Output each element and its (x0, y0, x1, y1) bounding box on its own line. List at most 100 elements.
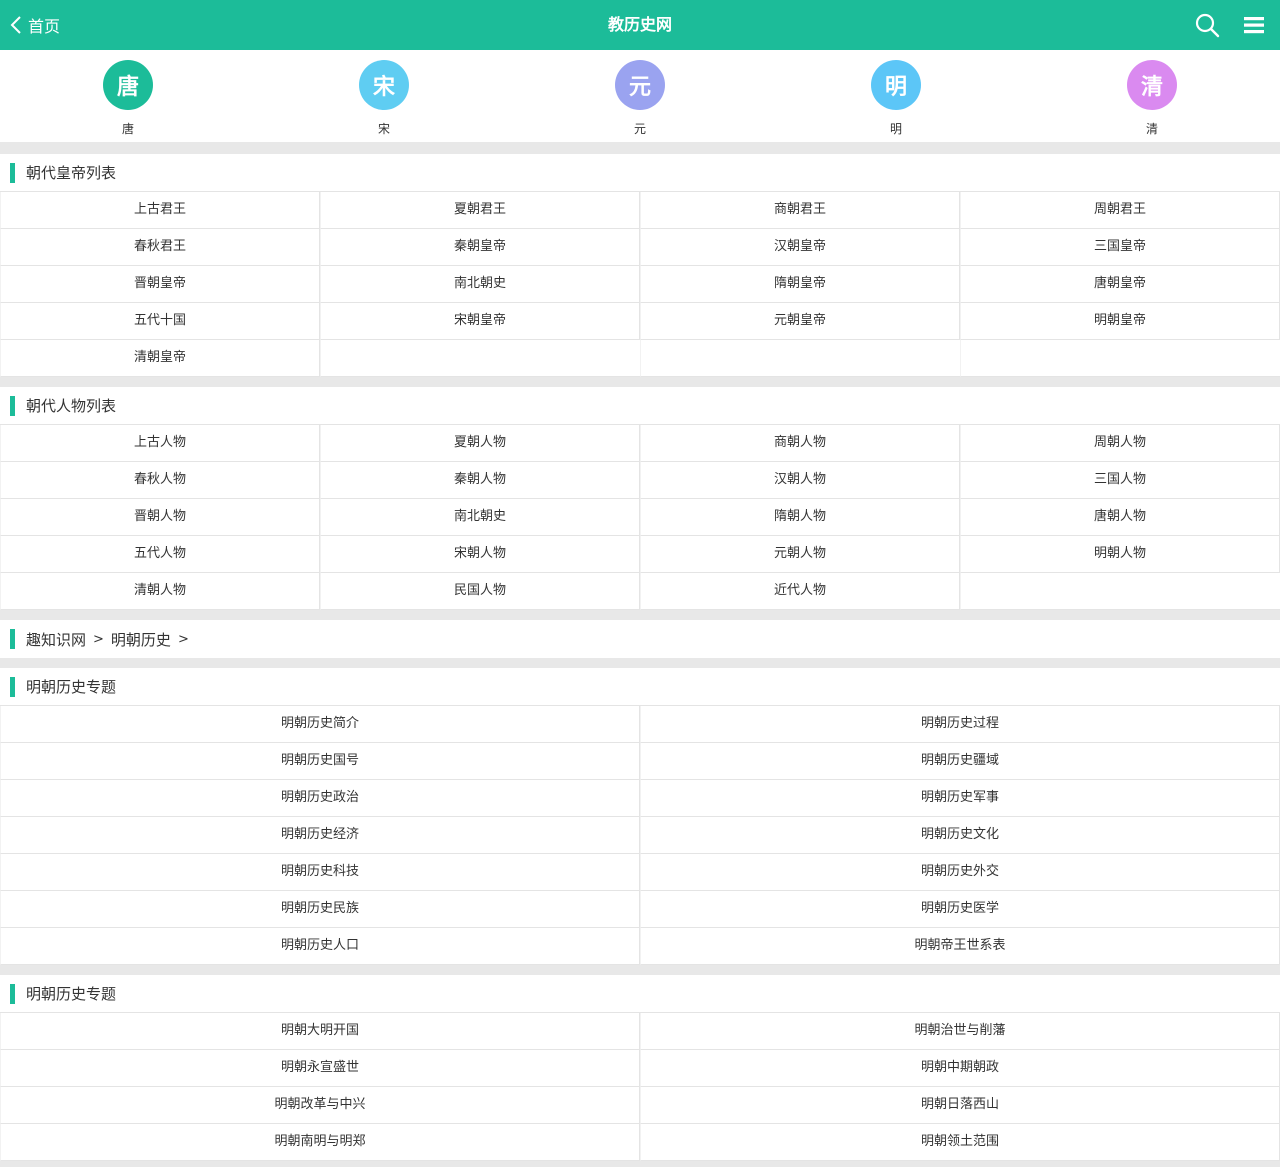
grid-link[interactable]: 晋朝皇帝 (0, 266, 320, 303)
grid-link[interactable]: 秦朝皇帝 (320, 229, 640, 266)
grid-link[interactable]: 明朝领土范围 (640, 1124, 1280, 1161)
section-marker (10, 676, 15, 697)
dynasty-link[interactable]: 明明 (768, 50, 1024, 142)
dynasty-badge: 宋 (359, 60, 409, 110)
grid-link[interactable]: 隋朝皇帝 (640, 266, 960, 303)
grid-link[interactable]: 明朝历史民族 (0, 891, 640, 928)
grid-link[interactable]: 明朝治世与削藩 (640, 1013, 1280, 1050)
grid-link[interactable]: 明朝大明开国 (0, 1013, 640, 1050)
topics-section-1: 明朝历史专题 明朝历史简介 明朝历史过程 明朝历史国号 明朝历史疆域 明朝历史政治 明朝历… (0, 668, 1280, 965)
grid-link[interactable]: 南北朝史 (320, 266, 640, 303)
grid-link[interactable]: 唐朝人物 (960, 499, 1280, 536)
grid-link[interactable]: 上古人物 (0, 425, 320, 462)
breadcrumb-separator: > (93, 631, 104, 647)
grid-link[interactable]: 明朝人物 (960, 536, 1280, 573)
menu-icon[interactable] (1242, 14, 1266, 36)
search-icon[interactable] (1194, 12, 1220, 38)
breadcrumb: 趣知识网 > 明朝历史 > (0, 620, 1280, 658)
grid-link[interactable]: 明朝历史外交 (640, 854, 1280, 891)
grid-link[interactable]: 商朝君王 (640, 192, 960, 229)
section-header: 朝代皇帝列表 (0, 154, 1280, 192)
grid-link[interactable]: 宋朝皇帝 (320, 303, 640, 340)
section-title: 朝代皇帝列表 (26, 164, 117, 182)
figure-grid: 上古人物 夏朝人物 商朝人物 周朝人物春秋人物 秦朝人物 汉朝人物 三国人物晋朝人物 南北朝史… (0, 425, 1280, 610)
grid-link[interactable]: 明朝帝王世系表 (640, 928, 1280, 965)
grid-link[interactable]: 明朝历史文化 (640, 817, 1280, 854)
grid-link[interactable]: 周朝人物 (960, 425, 1280, 462)
section-header: 明朝历史专题 (0, 668, 1280, 706)
dynasty-label: 宋 (377, 122, 390, 136)
dynasty-badge: 明 (871, 60, 921, 110)
back-button[interactable]: 首页 (8, 0, 60, 50)
dynasty-label: 唐 (121, 122, 134, 136)
grid-empty-cell (640, 340, 960, 377)
grid-link[interactable]: 春秋人物 (0, 462, 320, 499)
grid-link[interactable]: 明朝中期朝政 (640, 1050, 1280, 1087)
grid-link[interactable]: 商朝人物 (640, 425, 960, 462)
section-marker (10, 162, 15, 183)
grid-link[interactable]: 夏朝人物 (320, 425, 640, 462)
grid-link[interactable]: 明朝历史人口 (0, 928, 640, 965)
dynasty-link[interactable]: 唐唐 (0, 50, 256, 142)
breadcrumb-root[interactable]: 趣知识网 (26, 629, 86, 650)
dynasty-link[interactable]: 宋宋 (256, 50, 512, 142)
grid-link[interactable]: 宋朝人物 (320, 536, 640, 573)
grid-link[interactable]: 明朝历史政治 (0, 780, 640, 817)
grid-link[interactable]: 隋朝人物 (640, 499, 960, 536)
grid-link[interactable]: 明朝历史疆域 (640, 743, 1280, 780)
section-marker (10, 629, 15, 649)
grid-link[interactable]: 清朝皇帝 (0, 340, 320, 377)
dynasty-link[interactable]: 元元 (512, 50, 768, 142)
dynasty-badge: 元 (615, 60, 665, 110)
dynasty-link[interactable]: 清清 (1024, 50, 1280, 142)
grid-link[interactable]: 三国皇帝 (960, 229, 1280, 266)
grid-link[interactable]: 明朝历史经济 (0, 817, 640, 854)
grid-link[interactable]: 民国人物 (320, 573, 640, 610)
grid-link[interactable]: 明朝永宣盛世 (0, 1050, 640, 1087)
grid-link[interactable]: 明朝改革与中兴 (0, 1087, 640, 1124)
dynasty-badge: 唐 (103, 60, 153, 110)
grid-empty-cell (960, 573, 1280, 610)
section-title: 明朝历史专题 (26, 985, 117, 1003)
dynasty-label: 清 (1145, 122, 1158, 136)
grid-link[interactable]: 近代人物 (640, 573, 960, 610)
grid-link[interactable]: 明朝历史国号 (0, 743, 640, 780)
grid-link[interactable]: 上古君王 (0, 192, 320, 229)
dynasty-label: 明 (889, 122, 902, 136)
grid-link[interactable]: 汉朝人物 (640, 462, 960, 499)
top-bar: 首页 教历史网 (0, 0, 1280, 50)
grid-link[interactable]: 明朝历史科技 (0, 854, 640, 891)
chevron-left-icon (10, 16, 21, 34)
site-title: 教历史网 (607, 15, 672, 34)
grid-link[interactable]: 清朝人物 (0, 573, 320, 610)
grid-link[interactable]: 春秋君王 (0, 229, 320, 266)
section-header: 朝代人物列表 (0, 387, 1280, 425)
grid-link[interactable]: 五代人物 (0, 536, 320, 573)
grid-link[interactable]: 明朝日落西山 (640, 1087, 1280, 1124)
grid-link[interactable]: 汉朝皇帝 (640, 229, 960, 266)
grid-link[interactable]: 唐朝皇帝 (960, 266, 1280, 303)
back-label: 首页 (28, 17, 61, 36)
topics-section-2: 明朝历史专题 明朝大明开国 明朝治世与削藩 明朝永宣盛世 明朝中期朝政 明朝改革与中兴明… (0, 975, 1280, 1161)
topic-grid: 明朝大明开国 明朝治世与削藩 明朝永宣盛世 明朝中期朝政 明朝改革与中兴 明朝日落西山 明朝… (0, 1013, 1280, 1161)
grid-link[interactable]: 明朝历史医学 (640, 891, 1280, 928)
breadcrumb-current[interactable]: 明朝历史 (111, 629, 171, 650)
grid-link[interactable]: 明朝历史过程 (640, 706, 1280, 743)
grid-link[interactable]: 元朝皇帝 (640, 303, 960, 340)
emperor-list-section: 朝代皇帝列表 上古君王 夏朝君王 商朝君王 周朝君王春秋君王 秦朝皇帝 汉朝皇帝 三国皇帝晋… (0, 154, 1280, 377)
grid-link[interactable]: 元朝人物 (640, 536, 960, 573)
section-marker (10, 983, 15, 1004)
grid-link[interactable]: 秦朝人物 (320, 462, 640, 499)
grid-link[interactable]: 明朝南明与明郑 (0, 1124, 640, 1161)
grid-link[interactable]: 明朝皇帝 (960, 303, 1280, 340)
grid-link[interactable]: 夏朝君王 (320, 192, 640, 229)
grid-empty-cell (960, 340, 1280, 377)
grid-link[interactable]: 明朝历史简介 (0, 706, 640, 743)
figure-list-section: 朝代人物列表 上古人物 夏朝人物 商朝人物 周朝人物春秋人物 秦朝人物 汉朝人物 三国人物晋… (0, 387, 1280, 610)
grid-link[interactable]: 五代十国 (0, 303, 320, 340)
grid-link[interactable]: 周朝君王 (960, 192, 1280, 229)
grid-link[interactable]: 南北朝史 (320, 499, 640, 536)
grid-link[interactable]: 晋朝人物 (0, 499, 320, 536)
grid-link[interactable]: 明朝历史军事 (640, 780, 1280, 817)
grid-link[interactable]: 三国人物 (960, 462, 1280, 499)
